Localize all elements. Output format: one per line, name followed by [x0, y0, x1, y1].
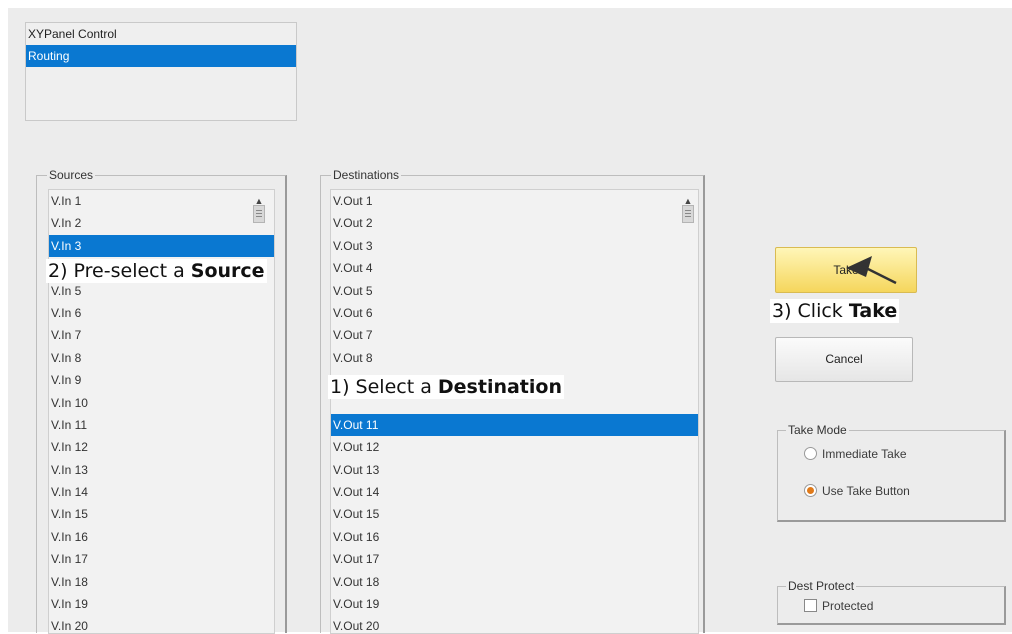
destination-list-item[interactable]: V.Out 17 [331, 548, 698, 570]
source-list-item[interactable]: V.In 10 [49, 392, 274, 414]
source-list-item[interactable]: V.In 12 [49, 436, 274, 458]
take-mode-legend: Take Mode [786, 423, 849, 437]
annotation-step2: 2) Pre-select a Source [46, 259, 267, 283]
source-list-item[interactable]: V.In 3 [49, 234, 274, 258]
source-list-item[interactable]: V.In 20 [49, 615, 274, 633]
panel-list[interactable]: XYPanel Control Routing [25, 22, 297, 121]
protected-label: Protected [822, 599, 874, 613]
destination-list-item[interactable]: V.Out 16 [331, 526, 698, 548]
source-list-item[interactable]: V.In 6 [49, 302, 274, 324]
annotation-step1: 1) Select a Destination [328, 375, 564, 399]
source-list-item[interactable]: V.In 17 [49, 548, 274, 570]
destination-list-item[interactable]: V.Out 19 [331, 593, 698, 615]
panel-item-routing[interactable]: Routing [26, 45, 296, 67]
destination-list-item[interactable]: V.Out 3 [331, 235, 698, 257]
sources-list[interactable]: V.In 1 V.In 2 V.In 3 V.In 5 V.In 6 V.In 7 V.In… [48, 189, 275, 634]
checkbox-icon[interactable] [804, 599, 817, 612]
immediate-take-label: Immediate Take [822, 447, 907, 461]
use-take-button-label: Use Take Button [822, 484, 910, 498]
take-mode-group: Take Mode Immediate Take Use Take Button [777, 423, 1006, 522]
dest-protect-legend: Dest Protect [786, 579, 857, 593]
destination-list-item[interactable]: V.Out 7 [331, 324, 698, 346]
destination-list-item[interactable]: V.Out 14 [331, 481, 698, 503]
protected-checkbox[interactable]: Protected [804, 599, 873, 613]
destination-list-item[interactable]: V.Out 12 [331, 436, 698, 458]
annotation-step3: 3) Click Take [770, 299, 900, 323]
cursor-arrow-icon [846, 256, 897, 285]
radio-immediate-take[interactable]: Immediate Take [804, 447, 907, 461]
source-list-item[interactable]: V.In 16 [49, 526, 274, 548]
destinations-scroll-thumb[interactable] [682, 205, 694, 223]
source-list-item[interactable]: V.In 8 [49, 347, 274, 369]
radio-on-icon[interactable] [804, 484, 817, 497]
source-list-item[interactable]: V.In 18 [49, 571, 274, 593]
radio-use-take-button[interactable]: Use Take Button [804, 484, 910, 498]
destination-list-item[interactable]: V.Out 8 [331, 347, 698, 369]
destination-list-item[interactable]: V.Out 1 [331, 190, 698, 212]
sources-legend: Sources [47, 168, 96, 182]
source-list-item[interactable]: V.In 9 [49, 369, 274, 391]
destinations-legend: Destinations [331, 168, 402, 182]
sources-scroll-thumb[interactable] [253, 205, 265, 223]
source-list-item[interactable]: V.In 14 [49, 481, 274, 503]
radio-off-icon[interactable] [804, 447, 817, 460]
destination-list-item[interactable]: V.Out 13 [331, 459, 698, 481]
destination-list-item[interactable]: V.Out 4 [331, 257, 698, 279]
destination-list-item[interactable]: V.Out 15 [331, 503, 698, 525]
destination-list-item[interactable]: V.Out 2 [331, 212, 698, 234]
source-list-item[interactable]: V.In 19 [49, 593, 274, 615]
source-list-item[interactable]: V.In 2 [49, 212, 274, 234]
cancel-button[interactable]: Cancel [775, 337, 913, 382]
source-list-item[interactable]: V.In 13 [49, 459, 274, 481]
source-list-item[interactable]: V.In 7 [49, 324, 274, 346]
dest-protect-group: Dest Protect Protected [777, 579, 1006, 625]
destination-list-item[interactable]: V.Out 11 [331, 413, 698, 437]
destination-list-item[interactable]: V.Out 20 [331, 615, 698, 633]
destinations-list[interactable]: V.Out 1 V.Out 2 V.Out 3 V.Out 4 V.Out 5 V.Out… [330, 189, 699, 634]
panel-item-xypanel-control[interactable]: XYPanel Control [26, 23, 296, 45]
source-list-item[interactable]: V.In 1 [49, 190, 274, 212]
destination-list-item[interactable]: V.Out 6 [331, 302, 698, 324]
source-list-item[interactable]: V.In 11 [49, 414, 274, 436]
source-list-item[interactable]: V.In 15 [49, 503, 274, 525]
destination-list-item[interactable]: V.Out 5 [331, 280, 698, 302]
destination-list-item[interactable]: V.Out 18 [331, 571, 698, 593]
